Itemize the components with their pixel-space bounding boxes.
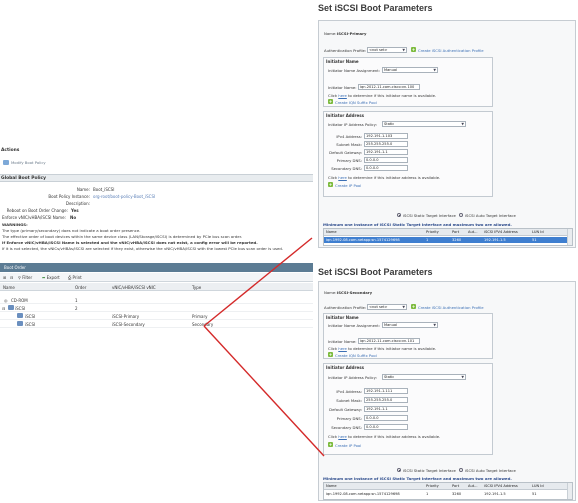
- arrow-to-secondary: [203, 325, 325, 457]
- callout-arrows: [203, 237, 325, 457]
- arrow-to-primary: [203, 237, 313, 327]
